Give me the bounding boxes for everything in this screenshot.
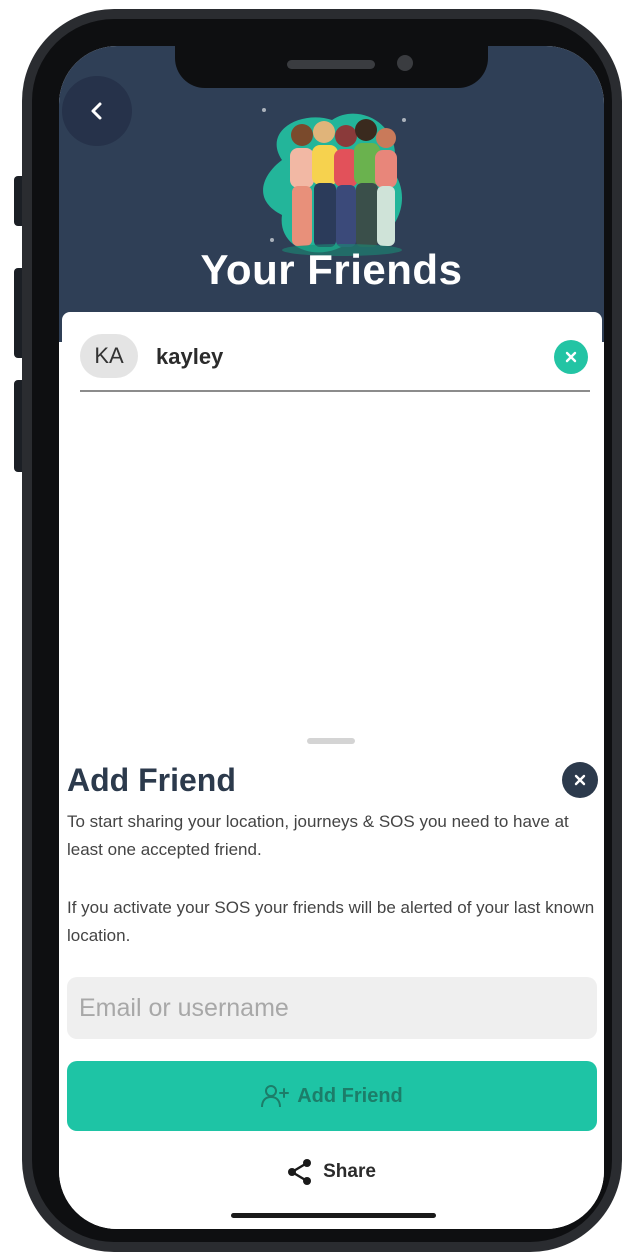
header: Your Friends: [59, 46, 604, 342]
friend-list-item[interactable]: KA kayley: [80, 326, 590, 392]
sheet-description-sharing: To start sharing your location, journeys…: [67, 812, 569, 859]
app-screen: Your Friends KA kayley Add Friend To sta…: [59, 46, 604, 1229]
add-friend-button-label: Add Friend: [297, 1084, 403, 1107]
back-button[interactable]: [62, 76, 132, 146]
chevron-left-icon: [91, 102, 102, 120]
friends-group-illustration: [262, 108, 406, 256]
add-friend-bottom-sheet: Add Friend To start sharing your locatio…: [59, 732, 604, 1229]
share-label: Share: [323, 1161, 376, 1182]
sheet-title: Add Friend: [67, 762, 236, 798]
sheet-drag-handle[interactable]: [307, 738, 355, 744]
avatar: KA: [80, 334, 138, 378]
person-add-icon: [261, 1085, 290, 1108]
friends-list-card: KA kayley: [62, 312, 602, 752]
front-camera: [397, 55, 413, 71]
remove-friend-button[interactable]: [554, 340, 588, 374]
email-or-username-input[interactable]: [67, 977, 597, 1039]
close-sheet-button[interactable]: [562, 762, 598, 798]
friend-name: kayley: [156, 344, 224, 369]
phone-notch: [175, 46, 488, 88]
share-button[interactable]: Share: [59, 1152, 604, 1192]
earpiece-speaker: [287, 60, 375, 69]
sheet-description-sos: If you activate your SOS your friends wi…: [67, 898, 595, 945]
home-indicator[interactable]: [231, 1213, 436, 1218]
close-icon: [565, 351, 577, 363]
page-title: Your Friends: [200, 246, 463, 293]
add-friend-button[interactable]: Add Friend: [67, 1061, 597, 1131]
close-icon: [574, 774, 586, 786]
share-icon: [288, 1159, 312, 1185]
